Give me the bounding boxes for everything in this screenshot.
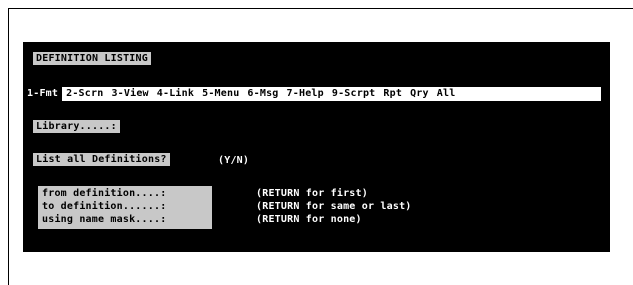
- tab-view[interactable]: 3-View: [107, 87, 152, 101]
- library-field[interactable]: Library.....:: [33, 120, 120, 133]
- from-definition-hint: (RETURN for first): [256, 188, 368, 199]
- tab-msg[interactable]: 6-Msg: [243, 87, 282, 101]
- tab-scrpt[interactable]: 9-Scrpt: [328, 87, 380, 101]
- list-all-definitions-field[interactable]: List all Definitions?: [33, 153, 170, 166]
- tab-fmt[interactable]: 1-Fmt: [23, 87, 63, 101]
- terminal-screen: DEFINITION LISTING 1-Fmt 2-Scrn 3-View 4…: [23, 42, 610, 252]
- from-definition-field[interactable]: from definition....:: [42, 187, 212, 200]
- tab-help[interactable]: 7-Help: [283, 87, 328, 101]
- to-definition-field[interactable]: to definition......:: [42, 200, 212, 213]
- tab-qry[interactable]: Qry: [406, 87, 433, 101]
- name-mask-field[interactable]: using name mask....:: [42, 213, 212, 226]
- function-key-bar: 1-Fmt 2-Scrn 3-View 4-Link 5-Menu 6-Msg …: [23, 87, 601, 101]
- tab-scrn[interactable]: 2-Scrn: [62, 87, 107, 101]
- screen-title: DEFINITION LISTING: [33, 52, 151, 65]
- tab-all[interactable]: All: [433, 87, 460, 101]
- name-mask-hint: (RETURN for none): [256, 214, 362, 225]
- list-all-hint: (Y/N): [218, 155, 250, 166]
- tab-menu[interactable]: 5-Menu: [198, 87, 243, 101]
- to-definition-hint: (RETURN for same or last): [256, 201, 412, 212]
- range-fields: from definition....: to definition......…: [38, 186, 212, 229]
- tab-rpt[interactable]: Rpt: [379, 87, 406, 101]
- tab-link[interactable]: 4-Link: [153, 87, 198, 101]
